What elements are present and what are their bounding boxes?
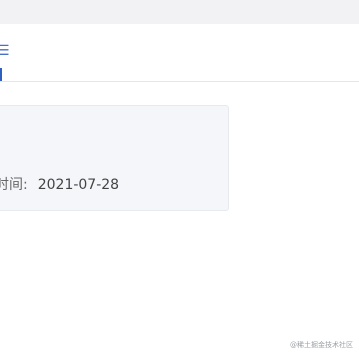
nav-divider <box>0 81 359 82</box>
active-nav-indicator <box>0 68 2 82</box>
info-card: 时间: 2021-07-28 <box>0 105 229 211</box>
page: ☰ 时间: 2021-07-28 @稀土掘金技术社区 <box>0 0 359 359</box>
watermark: @稀土掘金技术社区 <box>290 341 353 349</box>
date-row: 时间: 2021-07-28 <box>0 176 119 194</box>
date-label: 时间 <box>0 177 23 193</box>
top-bar <box>0 0 359 24</box>
date-value: 2021-07-28 <box>37 177 120 193</box>
menu-lines-icon[interactable]: ☰ <box>0 44 10 58</box>
date-label-separator: : <box>23 177 28 193</box>
